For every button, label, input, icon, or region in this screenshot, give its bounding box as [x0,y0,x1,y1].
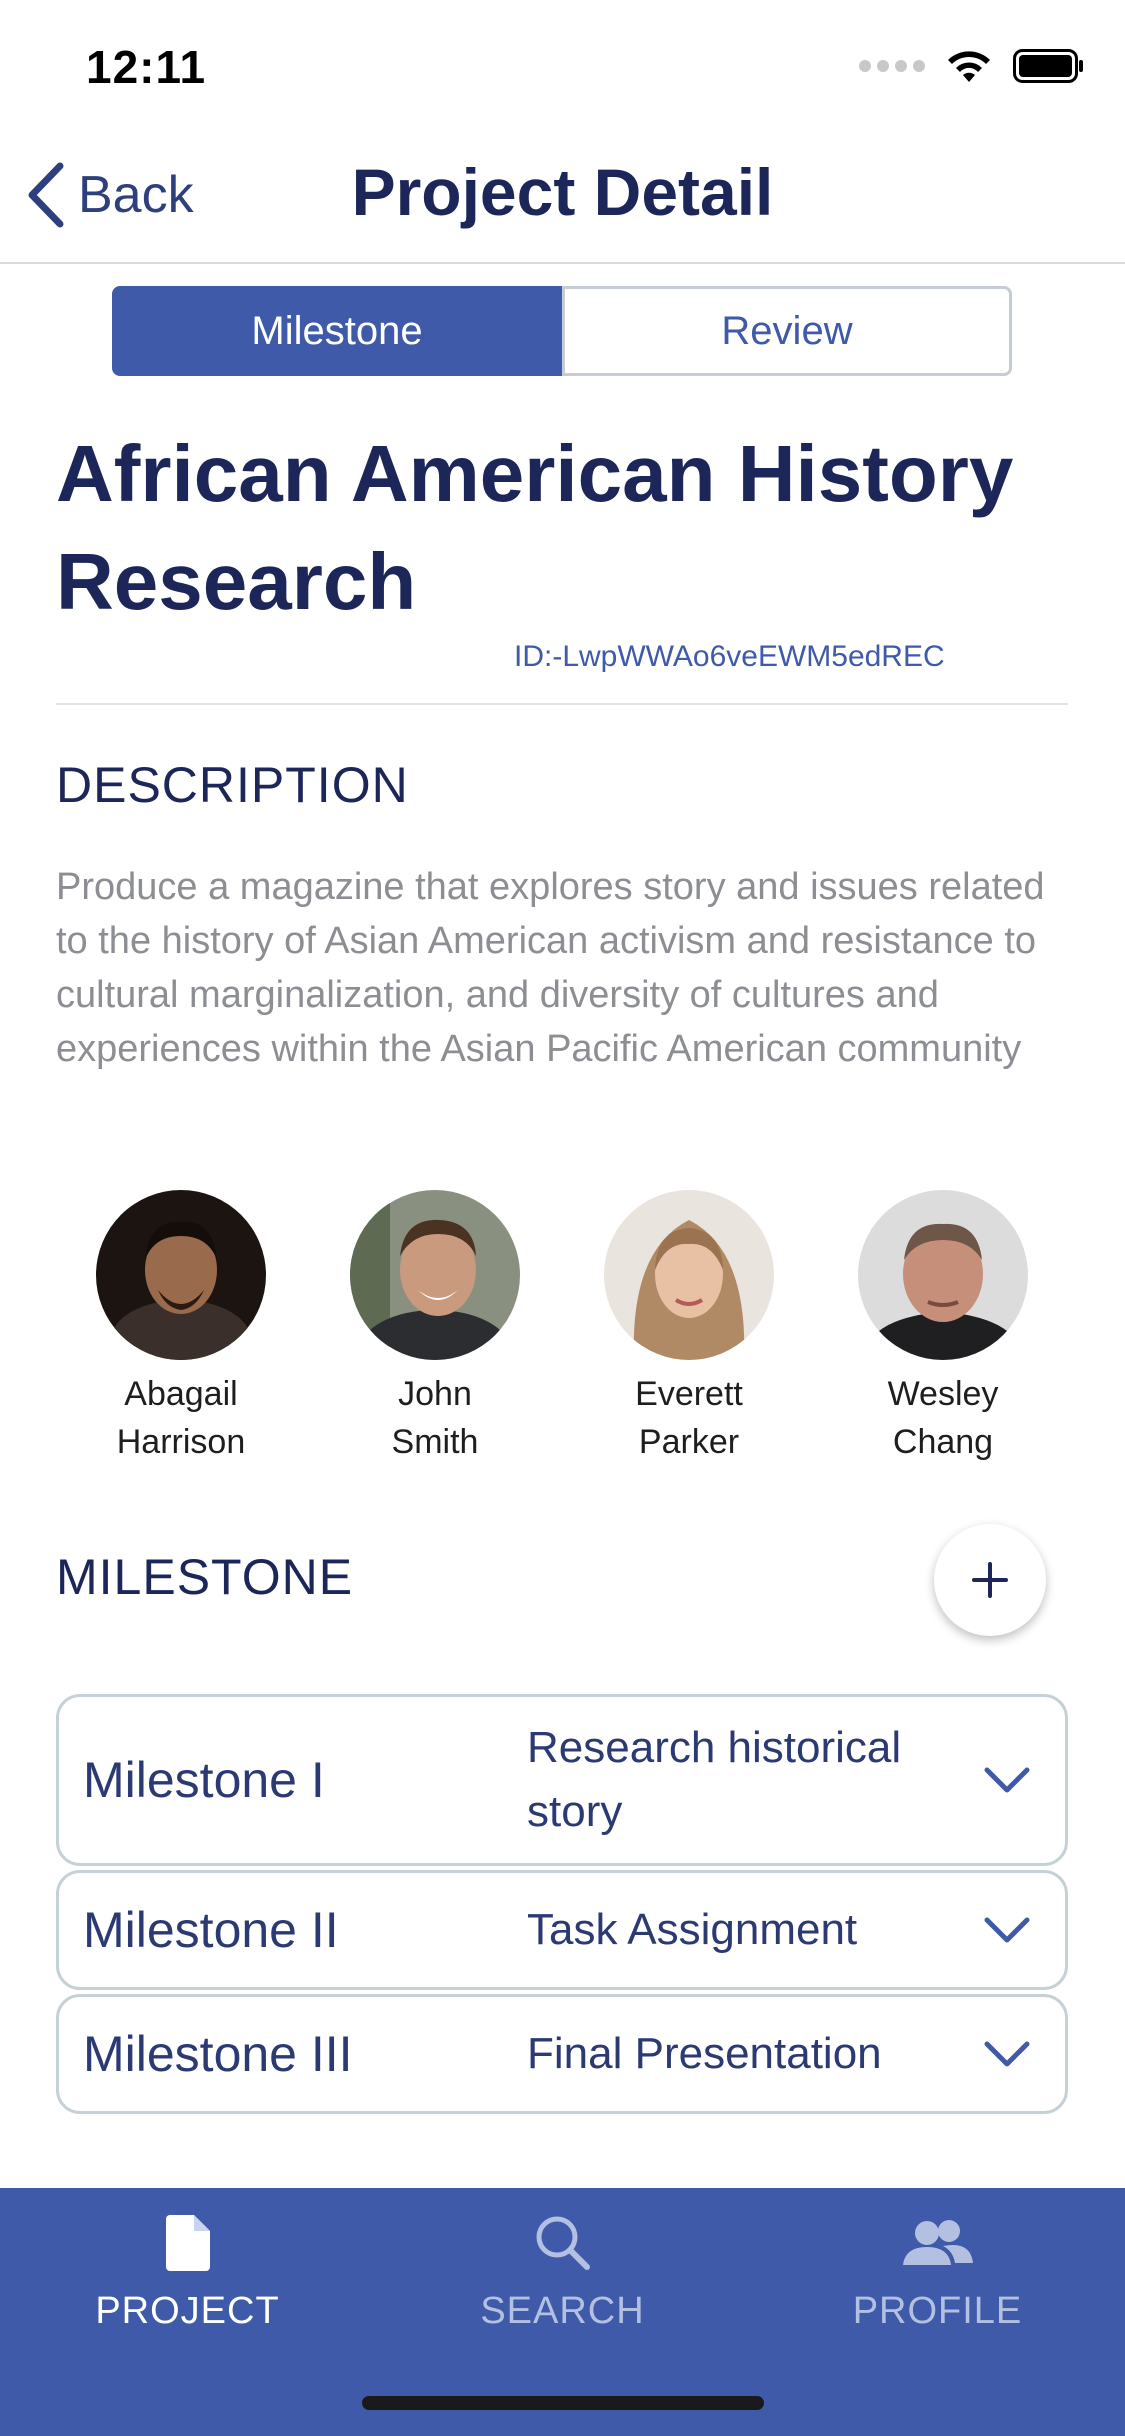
milestone-name: Milestone II [83,1902,339,1958]
tab-project[interactable]: PROJECT [0,2188,375,2368]
document-icon [165,2215,210,2271]
member-last-name: Harrison [116,1423,246,1461]
search-icon [536,2216,590,2270]
member-first-name: John [398,1375,472,1413]
status-bar: 12:11 [0,0,1125,132]
plus-icon [972,1562,1008,1598]
project-id: ID:-LwpWWAo6veEWM5edREC [514,640,945,673]
milestone-description: Research historical story [527,1723,902,1836]
status-icons [859,48,1085,84]
milestone-description: Task Assignment [527,1905,858,1954]
status-time: 12:11 [86,41,207,93]
project-title: African American History Research [56,429,1014,626]
page-title: Project Detail [351,155,774,229]
milestone-description: Final Presentation [527,2029,882,2078]
team-member[interactable]: Everett Parker [564,1190,814,1466]
team-members: Abagail Harrison John Smith Everett Park… [56,1190,1068,1466]
avatar [350,1190,520,1360]
add-milestone-button[interactable] [934,1524,1046,1636]
segment-review[interactable]: Review [562,286,1012,376]
team-member[interactable]: Wesley Chang [818,1190,1068,1466]
description-heading: DESCRIPTION [56,757,409,813]
screen: 12:11 Back Project Detail Milestone Revi… [0,0,1125,2436]
member-first-name: Wesley [887,1375,999,1413]
milestone-list: Milestone I Research historical story Mi… [56,1694,1068,2118]
team-member[interactable]: Abagail Harrison [56,1190,306,1466]
milestone-row[interactable]: Milestone II Task Assignment [56,1870,1068,1990]
milestone-name: Milestone I [83,1752,325,1808]
segment-milestone[interactable]: Milestone [112,286,562,376]
milestone-row[interactable]: Milestone I Research historical story [56,1694,1068,1866]
navigation-bar: Back Project Detail [0,132,1125,264]
segmented-control: Milestone Review [112,286,1012,376]
cellular-signal-icon [859,60,925,72]
avatar [858,1190,1028,1360]
team-member[interactable]: John Smith [310,1190,560,1466]
member-last-name: Chang [892,1423,994,1461]
member-first-name: Abagail [124,1375,238,1413]
milestone-row[interactable]: Milestone III Final Presentation [56,1994,1068,2114]
home-indicator[interactable] [362,2396,764,2410]
people-icon [902,2220,973,2265]
chevron-down-icon [984,1917,1030,1943]
tab-label: PROFILE [852,2290,1023,2332]
wifi-icon [948,51,990,82]
title-divider [56,703,1068,705]
description-text: Produce a magazine that explores story a… [56,866,1045,1070]
chevron-down-icon [984,2041,1030,2067]
chevron-down-icon [984,1767,1030,1793]
tab-profile[interactable]: PROFILE [750,2188,1125,2368]
member-last-name: Smith [391,1423,479,1461]
battery-icon [1013,49,1083,83]
tab-label: PROJECT [95,2290,280,2332]
milestone-name: Milestone III [83,2026,353,2082]
tab-search[interactable]: SEARCH [375,2188,750,2368]
avatar [96,1190,266,1360]
milestone-heading: MILESTONE [56,1549,354,1605]
avatar [604,1190,774,1360]
member-last-name: Parker [638,1423,740,1461]
member-first-name: Everett [635,1375,743,1413]
tab-label: SEARCH [480,2290,645,2332]
